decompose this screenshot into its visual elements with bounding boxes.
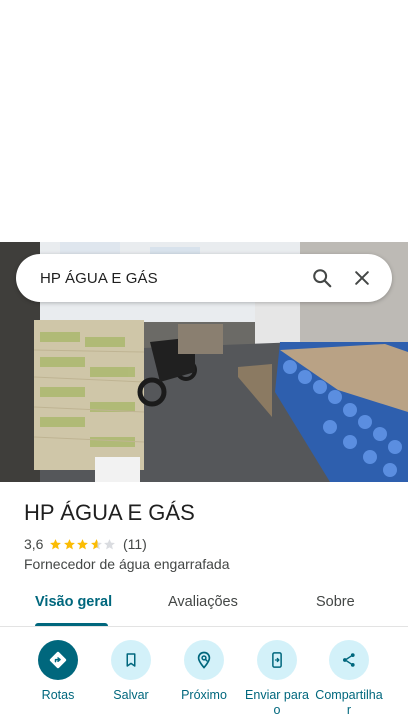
action-buttons: Rotas Salvar Próximo Enviar para o Compa… [0, 640, 408, 724]
save-label: Salvar [113, 688, 149, 702]
share-button[interactable]: Compartilhar [309, 640, 389, 718]
rating-value: 3,6 [24, 536, 44, 552]
close-icon[interactable] [342, 258, 382, 298]
rating-row[interactable]: 3,6 (11) [24, 535, 147, 553]
star-icon [104, 538, 116, 549]
nearby-icon[interactable] [184, 640, 224, 680]
star-icon [64, 538, 75, 549]
search-icon[interactable] [302, 258, 342, 298]
star-icon [91, 538, 102, 549]
tab-indicator [35, 623, 108, 626]
tab-about[interactable]: Sobre [316, 594, 355, 610]
send-to-phone-icon[interactable] [257, 640, 297, 680]
place-sheet: HP ÁGUA E GÁS HP ÁGUA E GÁS 3,6 (11) For… [0, 0, 408, 724]
star-icon [77, 538, 89, 549]
place-name: HP ÁGUA E GÁS [24, 500, 195, 525]
tab-reviews[interactable]: Avaliações [168, 594, 238, 610]
bookmark-icon[interactable] [111, 640, 151, 680]
share-label: Compartilhar [315, 688, 383, 717]
directions-button[interactable]: Rotas [18, 640, 98, 703]
send-to-phone-label: Enviar para o [245, 688, 309, 717]
nearby-button[interactable]: Próximo [164, 640, 244, 703]
share-icon[interactable] [329, 640, 369, 680]
tab-overview[interactable]: Visão geral [35, 594, 112, 610]
search-bar[interactable]: HP ÁGUA E GÁS [16, 254, 392, 302]
send-to-phone-button[interactable]: Enviar para o [237, 640, 317, 718]
star-icon [50, 538, 62, 549]
place-category[interactable]: Fornecedor de água engarrafada [24, 556, 229, 572]
rating-stars [49, 538, 117, 551]
directions-label: Rotas [41, 688, 75, 702]
review-count: (11) [122, 536, 147, 552]
nearby-label: Próximo [181, 688, 227, 702]
tab-bar: Visão geral Avaliações Sobre [0, 582, 408, 627]
search-query[interactable]: HP ÁGUA E GÁS [40, 270, 302, 287]
save-button[interactable]: Salvar [91, 640, 171, 703]
directions-icon[interactable] [38, 640, 78, 680]
